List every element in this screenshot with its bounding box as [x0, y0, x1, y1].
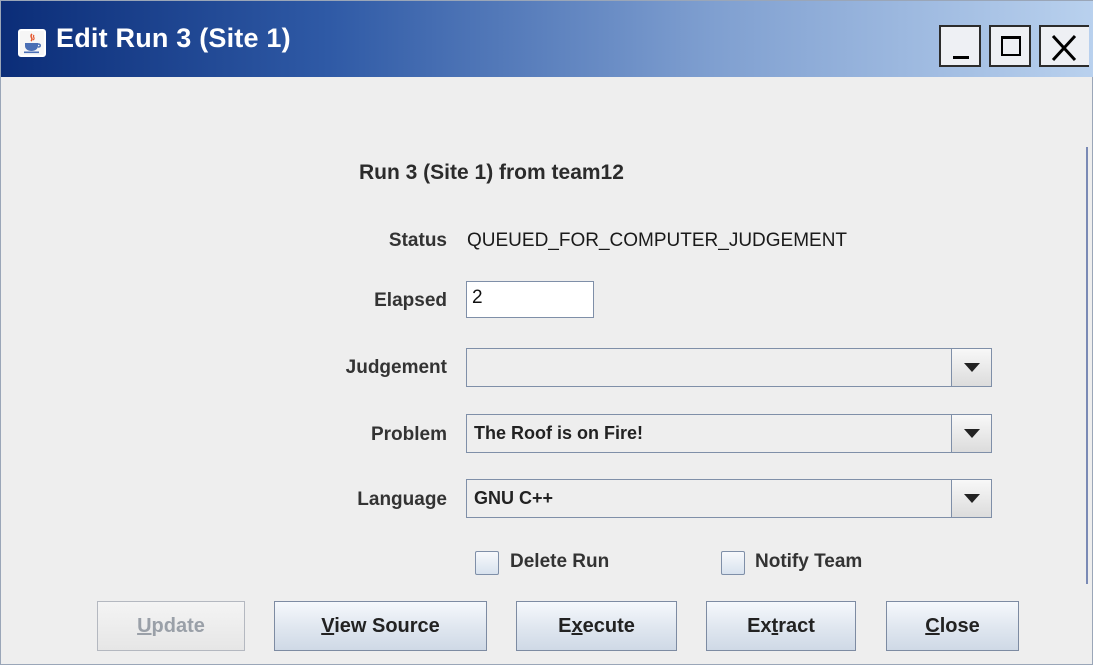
- language-label: Language: [357, 489, 447, 510]
- close-button[interactable]: Close: [886, 601, 1019, 651]
- update-label-rest: pdate: [151, 615, 205, 637]
- judgement-label: Judgement: [345, 357, 447, 378]
- close-mnemonic: C: [925, 615, 940, 637]
- delete-run-label[interactable]: Delete Run: [510, 551, 609, 573]
- language-dropdown-button[interactable]: [951, 480, 991, 517]
- run-heading: Run 3 (Site 1) from team12: [359, 161, 624, 184]
- execute-button[interactable]: Execute: [516, 601, 677, 651]
- edit-run-dialog: Edit Run 3 (Site 1) Run 3 (Site 1) from …: [0, 0, 1093, 665]
- execute-label-rest: ecute: [582, 615, 635, 637]
- view-source-button[interactable]: View Source: [274, 601, 487, 651]
- close-window-button[interactable]: [1039, 25, 1089, 67]
- close-icon: [1051, 34, 1077, 62]
- view-source-label-rest: iew Source: [334, 615, 440, 637]
- update-button[interactable]: Update: [97, 601, 245, 651]
- notify-team-label[interactable]: Notify Team: [755, 551, 862, 573]
- judgement-select[interactable]: [466, 348, 992, 387]
- chevron-down-icon: [964, 494, 980, 503]
- maximize-icon: [1001, 36, 1021, 56]
- chevron-down-icon: [964, 429, 980, 438]
- problem-label: Problem: [370, 424, 447, 445]
- execute-mnemonic: x: [571, 615, 583, 637]
- problem-select[interactable]: The Roof is on Fire!: [466, 414, 992, 453]
- language-select[interactable]: GNU C++: [466, 479, 992, 518]
- delete-run-check-box[interactable]: [475, 551, 499, 575]
- window-controls: [939, 25, 1089, 67]
- extract-label-rest: ract: [778, 615, 815, 637]
- minimize-button[interactable]: [939, 25, 981, 67]
- notify-team-check-box[interactable]: [721, 551, 745, 575]
- extract-button[interactable]: Extract: [706, 601, 856, 651]
- panel-divider: [1086, 147, 1088, 584]
- title-bar[interactable]: Edit Run 3 (Site 1): [1, 1, 1093, 77]
- maximize-button[interactable]: [989, 25, 1031, 67]
- elapsed-field[interactable]: 2: [466, 281, 594, 318]
- close-label-rest: lose: [939, 615, 980, 637]
- status-value: QUEUED_FOR_COMPUTER_JUDGEMENT: [467, 230, 848, 251]
- problem-dropdown-button[interactable]: [951, 415, 991, 452]
- execute-label-pre: E: [558, 615, 572, 637]
- java-cup-icon[interactable]: [18, 29, 46, 57]
- update-mnemonic: U: [137, 615, 152, 637]
- status-label: Status: [388, 230, 447, 251]
- window-title: Edit Run 3 (Site 1): [56, 23, 291, 53]
- problem-value: The Roof is on Fire!: [474, 423, 643, 443]
- elapsed-label: Elapsed: [374, 290, 447, 311]
- extract-label-pre: Ex: [747, 615, 772, 637]
- minimize-icon: [953, 56, 969, 59]
- chevron-down-icon: [964, 363, 980, 372]
- language-value: GNU C++: [474, 488, 554, 508]
- judgement-dropdown-button[interactable]: [951, 349, 991, 386]
- view-source-mnemonic: V: [321, 615, 335, 637]
